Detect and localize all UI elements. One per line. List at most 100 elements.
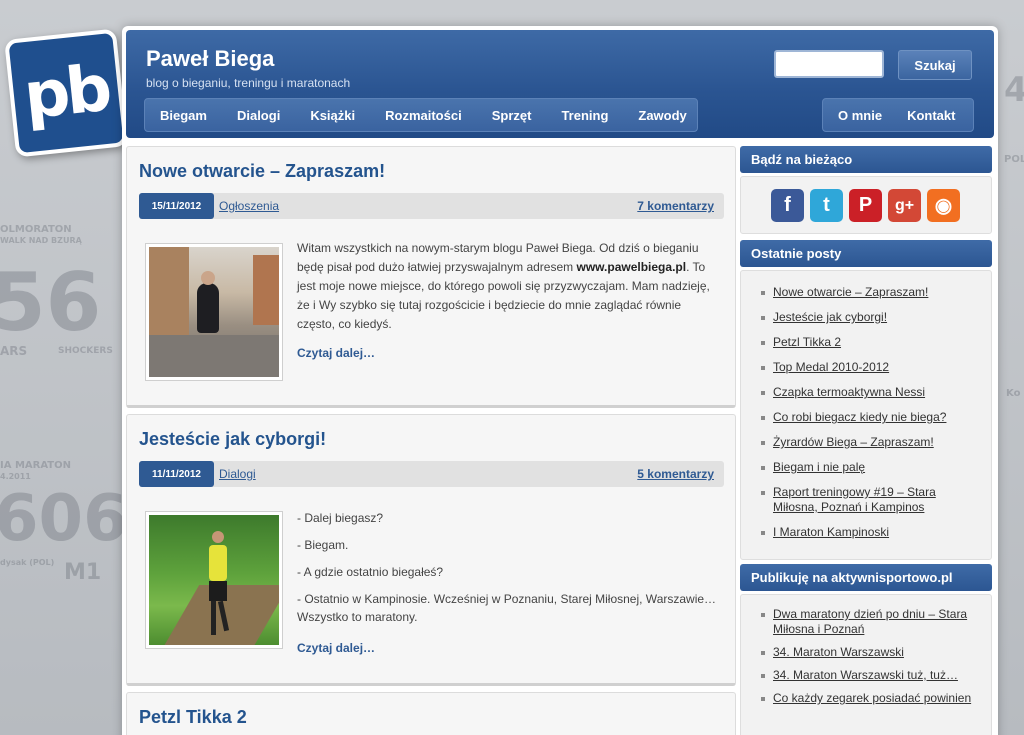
site-title[interactable]: Paweł Biega [146,46,274,72]
list-item[interactable]: Co robi biegacz kiedy nie biega? [761,410,979,425]
post-title[interactable]: Jesteście jak cyborgi! [139,429,326,450]
pinterest-icon[interactable]: P [849,189,882,222]
site-logo[interactable]: pb [4,28,128,158]
background-decoration: 4 [1004,70,1024,110]
blog-url: www.pawelbiega.pl [576,260,687,274]
nav-item-sprzet[interactable]: Sprzęt [477,108,547,123]
social-widget: f t P g+ ◉ [740,176,992,234]
page-container: Paweł Biega blog o bieganiu, treningu i … [122,26,998,735]
background-decoration: M1 [64,560,102,585]
publish-link[interactable]: 34. Maraton Warszawski tuż, tuż… [773,668,958,682]
list-item[interactable]: I Maraton Kampinoski [761,525,979,540]
recent-post-link[interactable]: Żyrardów Biega – Zapraszam! [773,435,934,449]
search-input[interactable] [774,50,884,78]
list-item[interactable]: Co każdy zegarek posiadać powinien [761,691,979,706]
site-tagline: blog o bieganiu, treningu i maratonach [146,76,351,90]
post-category-link[interactable]: Ogłoszenia [219,199,279,213]
recent-post-link[interactable]: Jesteście jak cyborgi! [773,310,887,324]
background-decoration: ARS [0,344,28,358]
list-item[interactable]: Petzl Tikka 2 [761,335,979,350]
googleplus-glyph: g+ [894,196,915,214]
widget-title-publish: Publikuję na aktywnisportowo.pl [740,564,992,591]
read-more-link[interactable]: Czytaj dalej… [297,641,375,655]
rss-icon[interactable]: ◉ [927,189,960,222]
search-button[interactable]: Szukaj [898,50,972,80]
post-card: Nowe otwarcie – Zapraszam! 15/11/2012 Og… [126,146,736,408]
recent-posts-list: Nowe otwarcie – Zapraszam! Jesteście jak… [741,271,991,540]
twitter-icon[interactable]: t [810,189,843,222]
post-meta-bar: 11/11/2012 Dialogi 5 komentarzy [139,461,724,487]
background-decoration: 56 [0,256,102,349]
background-decoration: IA MARATON [0,460,71,471]
twitter-glyph: t [823,194,830,216]
publish-list: Dwa maratony dzień po dniu – Stara Miłos… [741,595,991,706]
pinterest-glyph: P [858,194,873,216]
list-item[interactable]: Żyrardów Biega – Zapraszam! [761,435,979,450]
publish-link[interactable]: Dwa maratony dzień po dniu – Stara Miłos… [773,607,967,636]
post-comments-link[interactable]: 7 komentarzy [637,199,714,213]
post-date: 11/11/2012 [139,461,214,487]
nav-item-trening[interactable]: Trening [546,108,623,123]
list-item[interactable]: Dwa maratony dzień po dniu – Stara Miłos… [761,607,979,637]
logo-text: pb [20,51,112,135]
post-comments-link[interactable]: 5 komentarzy [637,467,714,481]
recent-post-link[interactable]: Czapka termoaktywna Nessi [773,385,925,399]
excerpt-line: - Ostatnio w Kampinosie. Wcześniej w Poz… [297,592,717,624]
post-thumbnail[interactable] [145,511,283,649]
post-title[interactable]: Nowe otwarcie – Zapraszam! [139,161,385,182]
recent-posts-widget: Nowe otwarcie – Zapraszam! Jesteście jak… [740,270,992,560]
post-category-link[interactable]: Dialogi [219,467,256,481]
nav-item-o-mnie[interactable]: O mnie [823,108,897,123]
nav-item-dialogi[interactable]: Dialogi [222,108,295,123]
background-decoration: SHOCKERS [58,346,113,356]
recent-post-link[interactable]: Top Medal 2010-2012 [773,360,889,374]
post-title[interactable]: Petzl Tikka 2 [139,707,247,728]
publish-widget: Dwa maratony dzień po dniu – Stara Miłos… [740,594,992,735]
main-nav: Biegam Dialogi Książki Rozmaitości Sprzę… [144,98,698,132]
nav-item-rozmaitosci[interactable]: Rozmaitości [370,108,477,123]
recent-post-link[interactable]: Co robi biegacz kiedy nie biega? [773,410,946,424]
excerpt-line: - Biegam. [297,538,349,552]
list-item[interactable]: Czapka termoaktywna Nessi [761,385,979,400]
post-meta-bar: 15/11/2012 Ogłoszenia 7 komentarzy [139,193,724,219]
rss-glyph: ◉ [934,195,953,217]
read-more-link[interactable]: Czytaj dalej… [297,346,375,360]
recent-post-link[interactable]: I Maraton Kampinoski [773,525,889,539]
background-decoration: WALK NAD BZURĄ [0,236,82,245]
recent-post-link[interactable]: Nowe otwarcie – Zapraszam! [773,285,928,299]
recent-post-link[interactable]: Raport treningowy #19 – Stara Miłosna, P… [773,485,936,514]
nav-item-biegam[interactable]: Biegam [145,108,222,123]
googleplus-icon[interactable]: g+ [888,189,921,222]
recent-post-link[interactable]: Biegam i nie palę [773,460,865,474]
nav-item-kontakt[interactable]: Kontakt [897,108,970,123]
publish-link[interactable]: Co każdy zegarek posiadać powinien [773,691,971,705]
list-item[interactable]: 34. Maraton Warszawski tuż, tuż… [761,668,979,683]
list-item[interactable]: Nowe otwarcie – Zapraszam! [761,285,979,300]
post-card: Petzl Tikka 2 [126,692,736,735]
excerpt-line: - Dalej biegasz? [297,511,384,525]
post-date: 15/11/2012 [139,193,214,219]
post-thumbnail[interactable] [145,243,283,381]
post-card: Jesteście jak cyborgi! 11/11/2012 Dialog… [126,414,736,686]
publish-link[interactable]: 34. Maraton Warszawski [773,645,904,659]
site-header: Paweł Biega blog o bieganiu, treningu i … [126,30,994,138]
excerpt-line: - A gdzie ostatnio biegałeś? [297,565,444,579]
recent-post-link[interactable]: Petzl Tikka 2 [773,335,841,349]
list-item[interactable]: Raport treningowy #19 – Stara Miłosna, P… [761,485,979,515]
list-item[interactable]: 34. Maraton Warszawski [761,645,979,660]
list-item[interactable]: Jesteście jak cyborgi! [761,310,979,325]
nav-item-zawody[interactable]: Zawody [623,108,701,123]
background-decoration: Ko [1006,388,1021,399]
nav-item-ksiazki[interactable]: Książki [295,108,370,123]
trail-runner-photo [149,515,279,645]
background-decoration: OLMORATON [0,224,72,235]
background-decoration: 606 [0,482,128,556]
post-excerpt: Witam wszystkich na nowym-starym blogu P… [297,239,717,343]
facebook-icon[interactable]: f [771,189,804,222]
list-item[interactable]: Biegam i nie palę [761,460,979,475]
list-item[interactable]: Top Medal 2010-2012 [761,360,979,375]
background-decoration: 4.2011 [0,472,31,481]
background-decoration: dysak (POL) [0,558,55,567]
background-decoration: POL [1004,154,1024,165]
post-excerpt: - Dalej biegasz? - Biegam. - A gdzie ost… [297,509,717,635]
